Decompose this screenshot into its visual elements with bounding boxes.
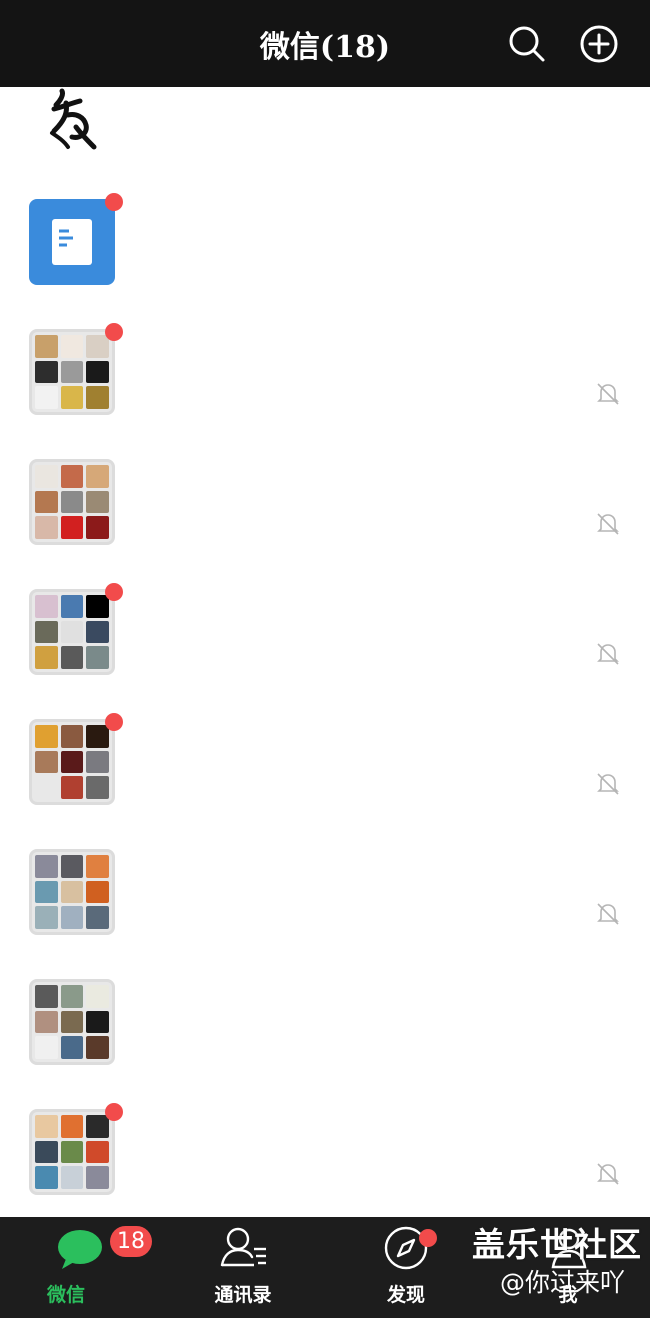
- watermark-username: @你过来吖: [500, 1268, 626, 1297]
- discover-dot: [419, 1229, 437, 1247]
- group-avatar[interactable]: [29, 849, 115, 935]
- group-avatar[interactable]: [29, 589, 115, 675]
- unread-dot: [105, 1103, 123, 1121]
- tab-contacts[interactable]: 通讯录: [178, 1217, 308, 1318]
- search-icon[interactable]: [507, 24, 547, 64]
- chat-bubble-icon: [58, 1230, 102, 1269]
- group-avatar[interactable]: [29, 719, 115, 805]
- contacts-icon: [220, 1227, 266, 1267]
- tab-label: 通讯录: [214, 1284, 272, 1306]
- group-avatar[interactable]: [29, 1109, 115, 1195]
- plus-circle-icon[interactable]: [579, 24, 619, 64]
- tab-label: 发现: [386, 1284, 425, 1306]
- group-avatar[interactable]: [29, 459, 115, 545]
- page-title: 微信(18): [259, 30, 391, 65]
- chat-avatar-document[interactable]: [29, 199, 115, 285]
- unread-dot: [105, 583, 123, 601]
- top-bar: 微信(18): [0, 0, 650, 87]
- mute-bell-icon: [597, 1163, 619, 1185]
- unread-dot: [105, 193, 123, 211]
- tab-discover[interactable]: 发现: [341, 1217, 471, 1318]
- calligraphy-avatar[interactable]: [46, 87, 100, 151]
- mute-bell-icon: [597, 773, 619, 795]
- mute-bell-icon: [597, 513, 619, 535]
- document-icon: [52, 219, 92, 265]
- group-avatar[interactable]: [29, 979, 115, 1065]
- mute-bell-icon: [597, 903, 619, 925]
- mute-bell-icon: [597, 383, 619, 405]
- group-avatar[interactable]: [29, 329, 115, 415]
- unread-dot: [105, 713, 123, 731]
- mute-bell-icon: [597, 643, 619, 665]
- unread-dot: [105, 323, 123, 341]
- unread-count-badge: 18: [110, 1226, 152, 1257]
- watermark-community: 盖乐世社区: [472, 1225, 642, 1264]
- tab-label: 微信: [46, 1284, 85, 1306]
- tab-wechat[interactable]: 18 微信: [16, 1217, 152, 1318]
